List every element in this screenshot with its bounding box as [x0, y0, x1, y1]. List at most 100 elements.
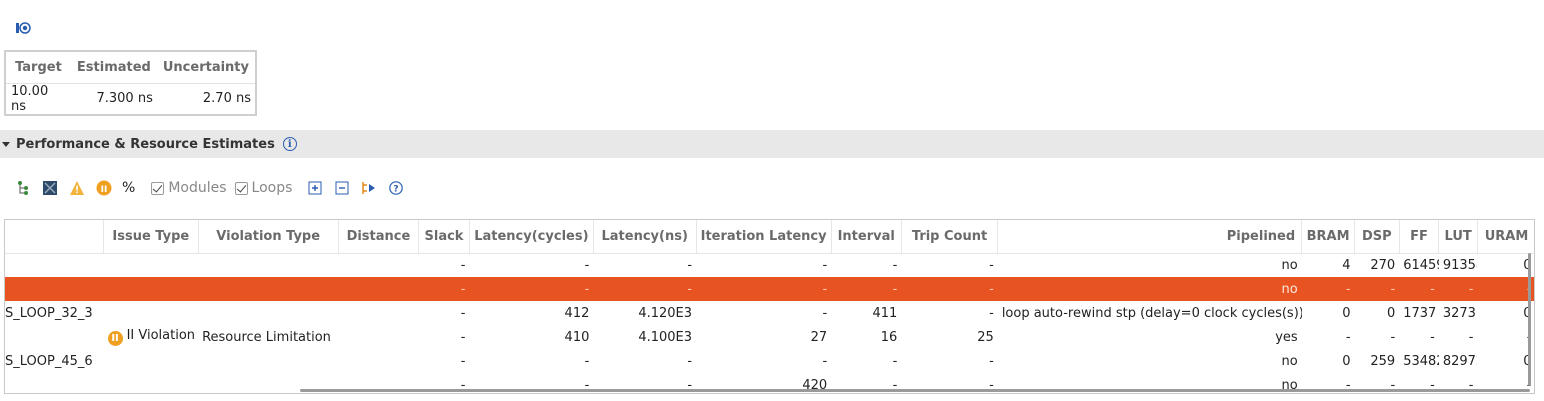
loops-checkbox-label: Loops	[251, 180, 293, 196]
row-issue-type: II Violation	[126, 328, 196, 343]
timing-uncertainty-value: 2.70 ns	[202, 91, 251, 106]
row-interval: 411	[872, 305, 898, 321]
row-uram: -	[1477, 325, 1534, 349]
col-header-iteration-latency[interactable]: Iteration Latency	[696, 220, 832, 254]
table-row-selected[interactable]: - - - - - - no - - - - -	[5, 277, 1534, 301]
hierarchy-tree-icon[interactable]	[14, 179, 32, 197]
row-iteration-latency: 27	[810, 329, 828, 345]
row-name	[5, 373, 104, 393]
expand-all-icon[interactable]	[306, 179, 324, 197]
grid-header-row: Issue Type Violation Type Distance Slack…	[5, 220, 1534, 254]
row-distance	[338, 253, 418, 277]
row-name	[5, 277, 104, 301]
row-iteration-latency: -	[822, 257, 828, 273]
col-header-latency-cycles[interactable]: Latency(cycles)	[469, 220, 594, 254]
schedule-viewer-icon[interactable]	[15, 20, 31, 36]
table-row[interactable]: II II Violation Resource Limitation - 410…	[5, 325, 1534, 349]
row-interval-violation: 16	[880, 329, 898, 345]
col-header-distance[interactable]: Distance	[338, 220, 420, 254]
row-iteration-latency: -	[696, 277, 832, 301]
row-violation-type	[198, 277, 339, 301]
svg-text:II: II	[101, 185, 108, 195]
col-header-lut[interactable]: LUT	[1438, 220, 1478, 254]
loops-checkbox[interactable]: Loops	[234, 180, 293, 196]
row-name	[5, 253, 104, 277]
row-interval: -	[831, 277, 902, 301]
col-header-pipelined[interactable]: Pipelined	[997, 220, 1303, 254]
col-header-slack[interactable]: Slack	[418, 220, 470, 254]
row-latency-ns: -	[687, 353, 693, 369]
performance-section-header[interactable]: Performance & Resource Estimates i	[0, 130, 1544, 158]
row-name	[5, 325, 104, 349]
info-icon[interactable]: i	[282, 137, 297, 151]
row-trip-count: -	[901, 277, 998, 301]
vertical-scrollbar[interactable]	[1528, 253, 1531, 386]
row-uram: 0	[1477, 301, 1534, 325]
row-latency-cycles: -	[584, 257, 590, 273]
row-violation-type	[198, 349, 338, 373]
horizontal-scrollbar[interactable]	[300, 389, 1530, 392]
table-row[interactable]: - - - - - - no 4 270 61459 91358 0	[5, 253, 1534, 277]
collapse-all-icon[interactable]	[333, 179, 351, 197]
row-latency-cycles: 410	[564, 329, 590, 345]
modules-checkbox[interactable]: Modules	[151, 180, 227, 196]
row-iteration-latency: -	[822, 353, 828, 369]
row-violation-type: Resource Limitation	[202, 329, 331, 345]
row-bram: 0	[1342, 305, 1351, 321]
col-header-uram[interactable]: URAM	[1477, 220, 1534, 254]
timing-header-uncertainty: Uncertainty	[156, 51, 256, 84]
row-dsp: -	[1390, 329, 1396, 345]
col-header-latency-ns[interactable]: Latency(ns)	[593, 220, 697, 254]
row-issue-type	[104, 301, 199, 325]
go-to-source-icon[interactable]	[360, 179, 378, 197]
row-dsp: 0	[1386, 305, 1396, 321]
row-latency-ns: 4.120E3	[638, 305, 693, 321]
col-header-issue-type[interactable]: Issue Type	[103, 220, 199, 254]
row-distance	[338, 301, 418, 325]
row-interval: -	[892, 353, 898, 369]
row-pipelined-note: loop auto-rewind stp (delay=0 clock cycl…	[1001, 305, 1302, 321]
row-trip-count: -	[989, 305, 994, 321]
loops-checkbox-box[interactable]	[234, 181, 248, 195]
row-trip-count: 25	[977, 329, 994, 345]
row-issue-type	[104, 373, 199, 393]
row-dsp: -	[1354, 277, 1400, 301]
col-header-name[interactable]	[5, 220, 105, 254]
row-bram: -	[1345, 329, 1351, 345]
col-header-dsp[interactable]: DSP	[1354, 220, 1400, 254]
row-pipelined: no	[997, 277, 1302, 301]
collapse-triangle-icon[interactable]	[2, 141, 10, 147]
col-header-bram[interactable]: BRAM	[1301, 220, 1356, 254]
row-violation-type	[198, 301, 338, 325]
row-pipelined: no	[1281, 257, 1298, 273]
col-header-ff[interactable]: FF	[1399, 220, 1440, 254]
table-row[interactable]: S_LOOP_45_6 - - - - - - no 0 259 53482 8…	[5, 349, 1534, 373]
row-interval: -	[892, 257, 898, 273]
timing-summary-table: Target Estimated Uncertainty 10.00 ns 7.…	[4, 50, 257, 116]
row-slack: -	[460, 257, 466, 273]
ii-violation-icon[interactable]: II	[95, 179, 113, 197]
col-header-interval[interactable]: Interval	[831, 220, 902, 254]
row-iteration-latency: -	[822, 305, 828, 321]
row-lut: 91358	[1442, 257, 1478, 273]
col-header-violation-type[interactable]: Violation Type	[198, 220, 339, 254]
module-view-icon[interactable]	[41, 179, 59, 197]
row-dsp: 270	[1370, 257, 1396, 273]
help-icon[interactable]: ?	[387, 179, 405, 197]
svg-text:?: ?	[394, 185, 399, 195]
row-latency-cycles: 412	[564, 305, 590, 321]
row-distance	[338, 349, 418, 373]
modules-checkbox-box[interactable]	[151, 181, 165, 195]
ii-violation-icon: II	[107, 331, 123, 346]
row-slack: -	[460, 305, 466, 321]
row-dsp: 259	[1370, 353, 1396, 369]
row-pipelined: yes	[1275, 329, 1298, 345]
table-row[interactable]: S_LOOP_32_3 - 412 4.120E3 - 411 - loop a…	[5, 301, 1534, 325]
row-ff: -	[1430, 329, 1435, 345]
percent-toggle[interactable]: %	[122, 179, 135, 197]
warning-icon[interactable]	[68, 179, 86, 197]
col-header-trip-count[interactable]: Trip Count	[901, 220, 999, 254]
row-latency-ns: 4.100E3	[638, 329, 693, 345]
row-violation-type	[198, 253, 338, 277]
row-bram: -	[1301, 277, 1355, 301]
